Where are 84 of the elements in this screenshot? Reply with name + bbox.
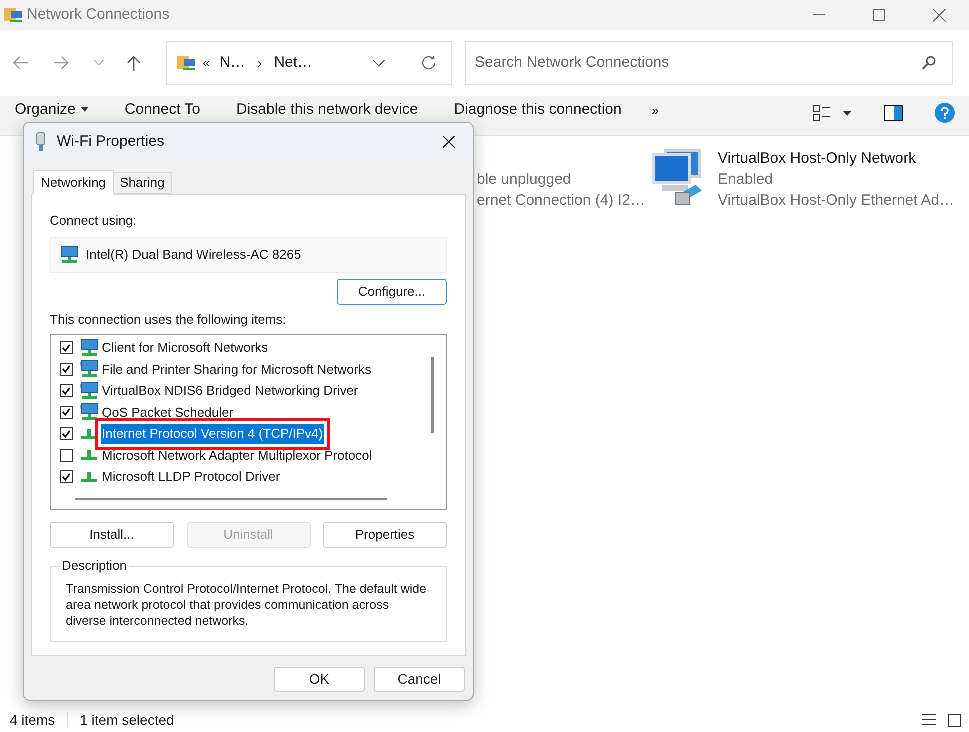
refresh-icon[interactable] [421, 55, 437, 71]
dropdown-triangle-icon[interactable] [843, 110, 852, 116]
description-title: Description [60, 558, 130, 574]
configure-button[interactable]: Configure... [337, 278, 447, 304]
chevron-down-icon [94, 60, 104, 66]
minimize-icon [813, 14, 825, 16]
toolbar-command[interactable]: Diagnose this connection [454, 101, 622, 118]
item-count: 4 items [10, 710, 56, 730]
vertical-scrollbar[interactable] [431, 357, 435, 433]
preview-pane-icon[interactable] [884, 105, 903, 121]
checkmark-icon [62, 472, 71, 481]
toolbar-command[interactable]: Organize [15, 101, 89, 118]
action-button[interactable]: Install... [50, 522, 174, 548]
dialog-tab[interactable]: Networking [33, 170, 114, 195]
dialog-button[interactable]: Cancel [374, 667, 465, 692]
search-icon [922, 56, 936, 70]
description-text: Transmission Control Protocol/Internet Protocol. The default wide area network protocol that provides communication across diverse interconnected networks. [66, 581, 428, 629]
search-input[interactable]: Search Network Connections [475, 52, 922, 74]
adapter-name: Intel(R) Dual Band Wireless-AC 8265 [86, 246, 302, 264]
horizontal-scrollbar[interactable] [75, 498, 387, 501]
search-field[interactable]: Search Network Connections [465, 41, 953, 85]
dialog-button[interactable]: OK [274, 667, 365, 692]
network-computer-icon [79, 382, 99, 400]
checkmark-icon [62, 344, 71, 352]
connect-using-label: Connect using: [50, 212, 138, 230]
breadcrumb-item[interactable]: Net… [274, 52, 313, 74]
toolbar-command[interactable]: Disable this network device [236, 101, 418, 118]
network-computer-icon [79, 338, 99, 357]
details-view-icon[interactable] [922, 714, 936, 726]
close-icon [932, 8, 946, 22]
item-checkbox[interactable] [60, 384, 73, 398]
network-folder-icon [4, 6, 24, 24]
checkmark-icon [62, 430, 71, 438]
window-title: Network Connections [27, 4, 170, 25]
breadcrumb-item[interactable]: N… [220, 52, 246, 74]
up-arrow-icon [127, 55, 141, 71]
list-item[interactable]: Client for Microsoft Networks [101, 338, 270, 358]
list-item[interactable]: VirtualBox NDIS6 Bridged Networking Driver [101, 381, 360, 400]
dialog-title: Wi-Fi Properties [57, 132, 165, 152]
network-folder-icon [177, 54, 197, 72]
maximize-icon [873, 9, 885, 21]
item-checkbox[interactable] [60, 341, 73, 354]
back-arrow-icon [12, 56, 28, 70]
connection-device: ernet Connection (4) I2… [477, 191, 646, 211]
close-icon [443, 136, 455, 148]
help-icon[interactable] [935, 103, 955, 123]
checkmark-icon [62, 365, 71, 374]
network-computer-icon [79, 403, 99, 422]
item-checkbox[interactable] [60, 362, 73, 376]
breadcrumb-overflow[interactable]: « [203, 54, 210, 72]
toolbar-command[interactable]: Connect To [124, 101, 200, 118]
connection-device: VirtualBox Host-Only Ethernet Ad… [718, 191, 954, 211]
chevron-down-icon[interactable] [373, 60, 385, 66]
items-label: This connection uses the following items: [50, 310, 288, 329]
breadcrumb-separator: › [258, 54, 262, 72]
network-protocol-icon [80, 426, 98, 441]
list-item[interactable]: QoS Packet Scheduler [101, 402, 235, 422]
list-item[interactable]: Internet Protocol Version 4 (TCP/IPv4) [101, 424, 324, 444]
network-protocol-icon [80, 470, 98, 484]
action-button[interactable]: Properties [323, 522, 447, 548]
dialog-tab[interactable]: Sharing [114, 172, 172, 194]
dropdown-triangle-icon [80, 107, 89, 112]
wifi-adapter-icon [36, 132, 46, 152]
large-icons-view-icon[interactable] [948, 714, 961, 726]
item-checkbox[interactable] [60, 448, 73, 462]
more-commands-button[interactable]: » [652, 101, 660, 120]
selection-count: 1 item selected [80, 710, 174, 730]
item-checkbox[interactable] [60, 406, 73, 419]
item-checkbox[interactable] [60, 470, 73, 484]
list-item[interactable]: File and Printer Sharing for Microsoft Networks [101, 360, 372, 379]
network-protocol-icon [80, 448, 98, 462]
address-bar[interactable]: « N… › Net… [166, 41, 452, 85]
checkmark-icon [62, 408, 71, 416]
view-layout-icon[interactable] [813, 105, 831, 121]
item-checkbox[interactable] [60, 427, 73, 440]
checkmark-icon [62, 386, 71, 395]
list-item[interactable]: Microsoft Network Adapter Multiplexor Protocol [101, 446, 374, 465]
connection-name[interactable]: VirtualBox Host-Only Network [718, 148, 954, 169]
network-computer-icon [79, 360, 99, 378]
forward-arrow-icon [54, 56, 70, 70]
connection-status: ble unplugged [477, 170, 572, 190]
connection-status: Enabled [718, 170, 774, 190]
list-item[interactable]: Microsoft LLDP Protocol Driver [101, 467, 282, 486]
network-adapter-icon [59, 246, 79, 264]
